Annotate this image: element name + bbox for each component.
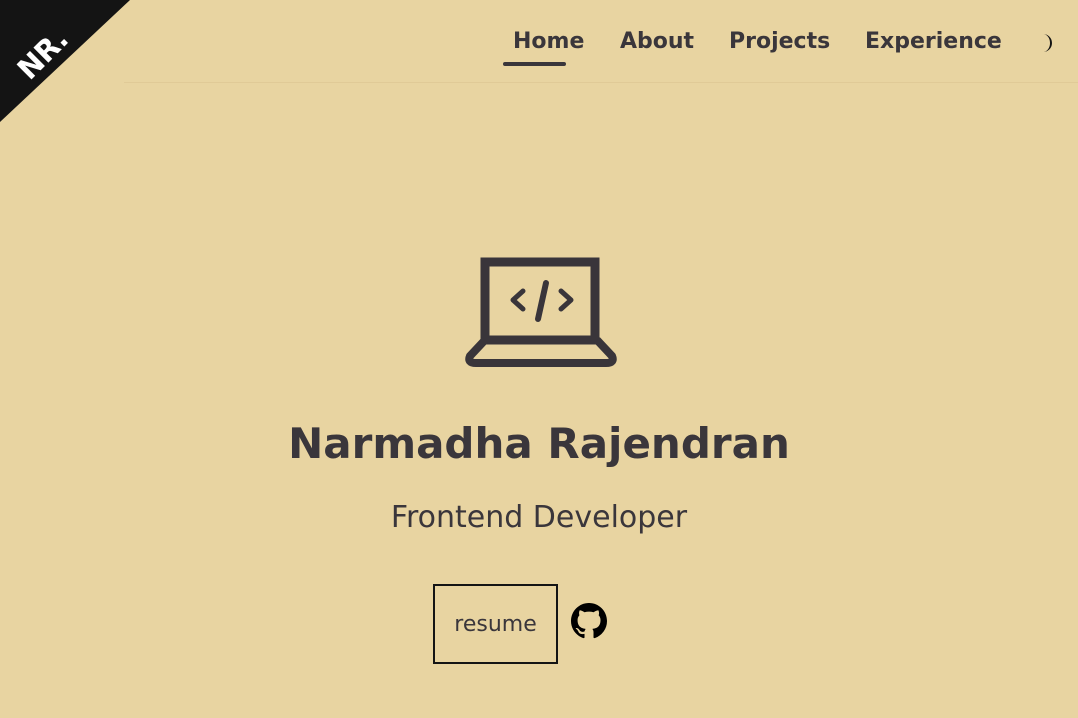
theme-toggle-button[interactable] xyxy=(1032,30,1058,56)
nav-divider xyxy=(124,82,1078,83)
hero-name: Narmadha Rajendran xyxy=(288,419,790,468)
moon-icon xyxy=(1043,34,1052,52)
active-nav-indicator xyxy=(503,62,566,66)
laptop-code-icon xyxy=(464,256,618,368)
github-icon xyxy=(571,603,607,639)
hero-title: Frontend Developer xyxy=(390,500,688,535)
resume-button[interactable]: resume xyxy=(433,584,558,664)
nav-item-projects[interactable]: Projects xyxy=(729,26,830,58)
nav-item-experience[interactable]: Experience xyxy=(865,26,1002,58)
nav-item-about[interactable]: About xyxy=(620,26,694,58)
main-nav: Home About Projects Experience xyxy=(0,26,1078,66)
github-link[interactable] xyxy=(571,603,607,639)
nav-item-home[interactable]: Home xyxy=(513,26,584,58)
